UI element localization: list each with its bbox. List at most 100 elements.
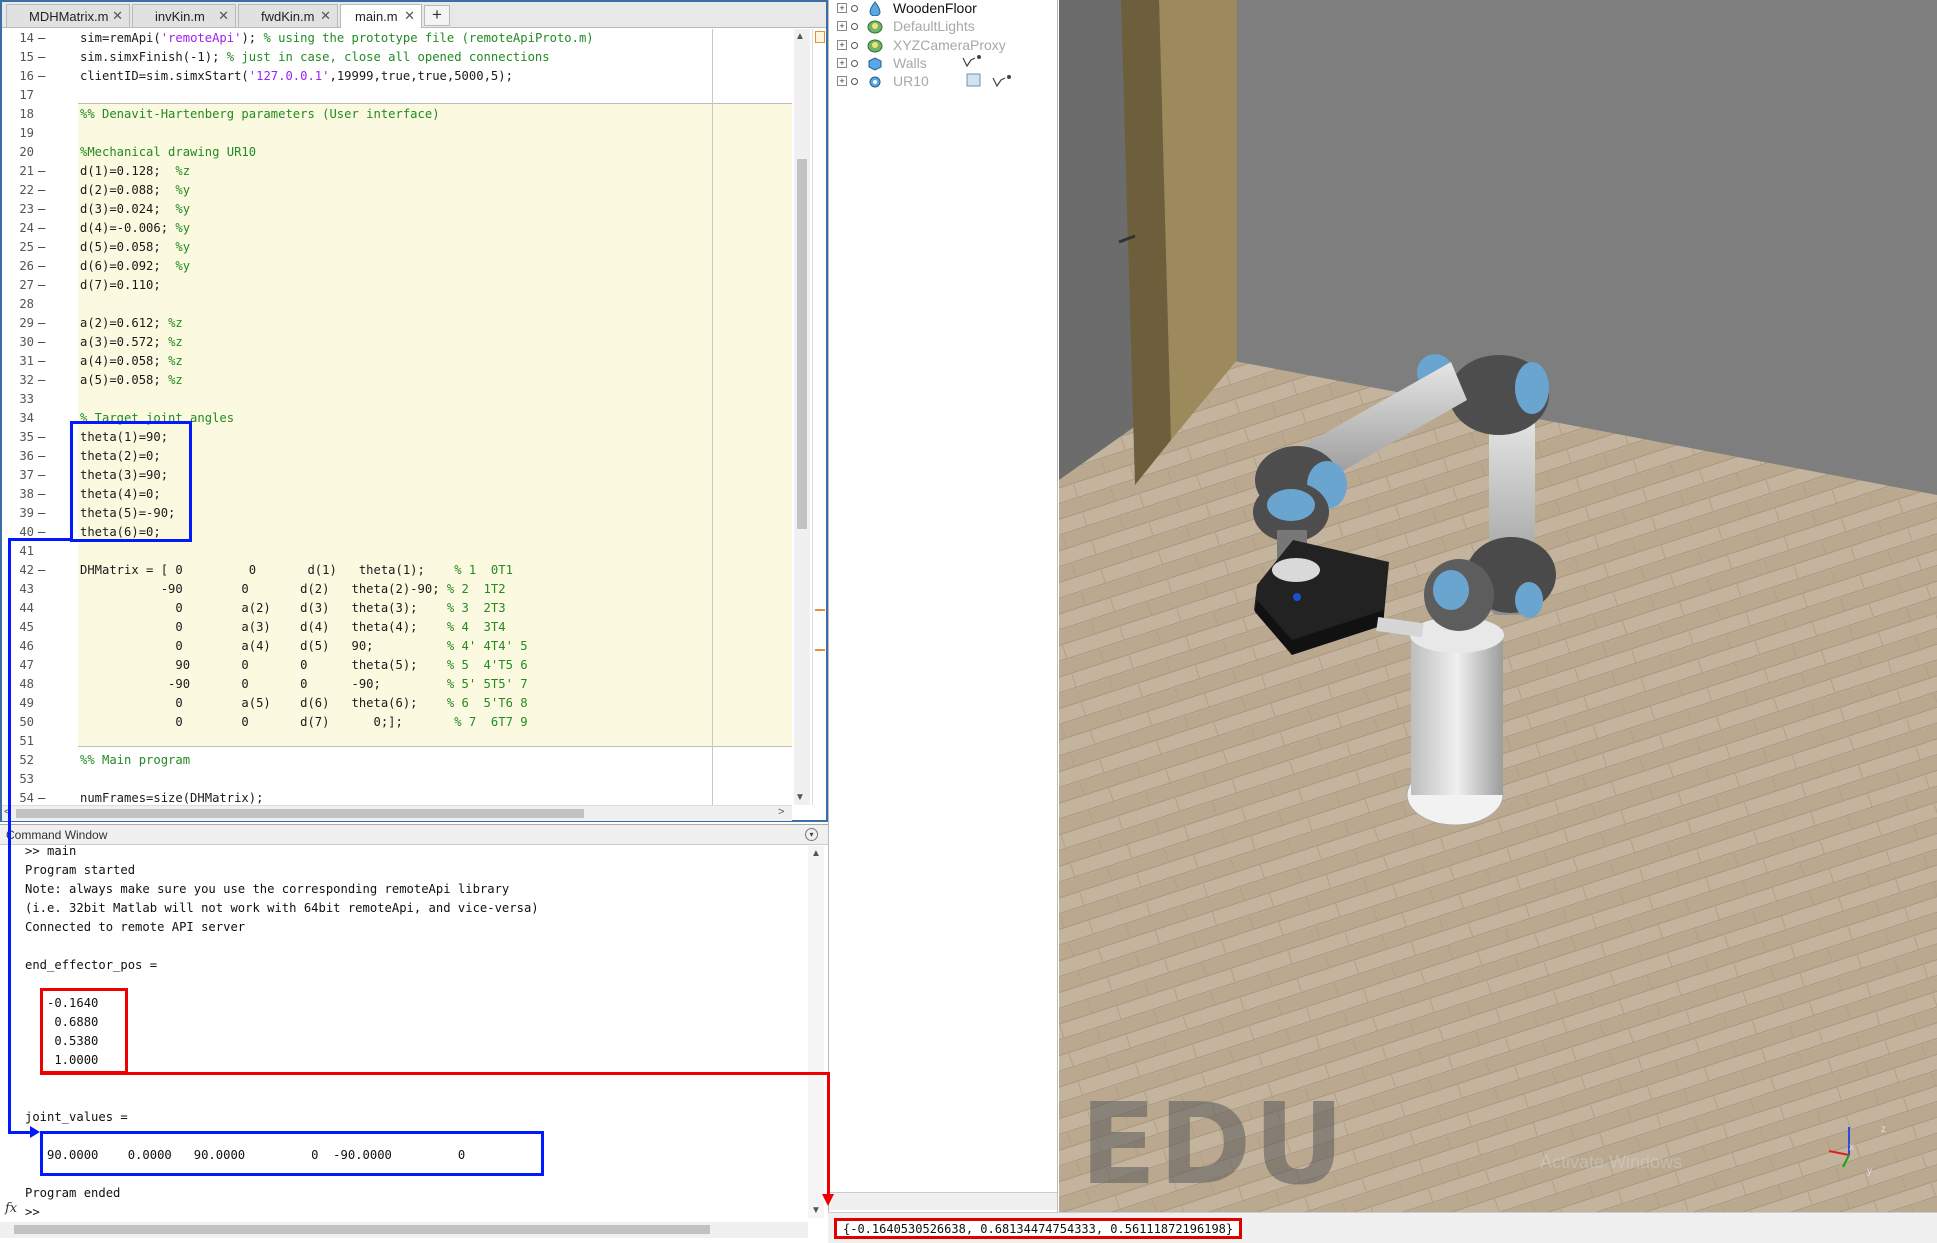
code-line[interactable]: 23– d(3)=0.024; %y bbox=[2, 200, 792, 219]
analyzer-status-icon[interactable] bbox=[815, 31, 825, 43]
scroll-down-icon[interactable]: ▼ bbox=[795, 792, 805, 803]
breakpoint-gutter[interactable]: – bbox=[38, 504, 45, 523]
code-line[interactable]: 26– d(6)=0.092; %y bbox=[2, 257, 792, 276]
code-line[interactable]: 52 %% Main program bbox=[2, 751, 792, 770]
code-line[interactable]: 31– a(4)=0.058; %z bbox=[2, 352, 792, 371]
scroll-up-icon[interactable]: ▲ bbox=[795, 31, 805, 42]
code-line[interactable]: 33 bbox=[2, 390, 792, 409]
expand-icon[interactable]: + bbox=[837, 76, 847, 86]
command-horizontal-scrollbar[interactable] bbox=[0, 1222, 808, 1238]
breakpoint-gutter[interactable]: – bbox=[38, 561, 45, 580]
expand-icon[interactable]: + bbox=[837, 58, 847, 68]
code-line[interactable]: 27– d(7)=0.110; bbox=[2, 276, 792, 295]
breakpoint-gutter[interactable]: – bbox=[38, 238, 45, 257]
visibility-dot-icon[interactable] bbox=[851, 78, 858, 85]
breakpoint-gutter[interactable]: – bbox=[38, 333, 45, 352]
editor-horizontal-scrollbar[interactable]: < > bbox=[2, 805, 792, 821]
code-line[interactable]: 49 0 a(5) d(6) theta(6); % 6 5'T6 8 bbox=[2, 694, 792, 713]
breakpoint-gutter[interactable]: – bbox=[38, 789, 45, 805]
command-vertical-scrollbar[interactable]: ▲ ▼ bbox=[808, 846, 824, 1218]
function-browser-icon[interactable]: fx bbox=[5, 1201, 17, 1216]
code-line[interactable]: 28 bbox=[2, 295, 792, 314]
breakpoint-gutter[interactable]: – bbox=[38, 485, 45, 504]
scroll-up-icon[interactable]: ▲ bbox=[811, 848, 821, 859]
code-line[interactable]: 46 0 a(4) d(5) 90; % 4' 4T4' 5 bbox=[2, 637, 792, 656]
code-line[interactable]: 44 0 a(2) d(3) theta(3); % 3 2T3 bbox=[2, 599, 792, 618]
breakpoint-gutter[interactable]: – bbox=[38, 276, 45, 295]
scroll-thumb[interactable] bbox=[16, 809, 584, 818]
breakpoint-gutter[interactable]: – bbox=[38, 352, 45, 371]
code-line[interactable]: 18 %% Denavit-Hartenberg parameters (User… bbox=[2, 105, 792, 124]
code-line[interactable]: 19 bbox=[2, 124, 792, 143]
script-icons[interactable] bbox=[957, 52, 1017, 96]
warning-marker[interactable] bbox=[815, 649, 825, 651]
visibility-dot-icon[interactable] bbox=[851, 23, 858, 30]
breakpoint-gutter[interactable]: – bbox=[38, 219, 45, 238]
tab-mdhmatrix[interactable]: MDHMatrix.m ✕ bbox=[6, 4, 130, 27]
expand-icon[interactable]: + bbox=[837, 40, 847, 50]
breakpoint-gutter[interactable]: – bbox=[38, 428, 45, 447]
code-line[interactable]: 42– DHMatrix = [ 0 0 d(1) theta(1); % 1 0… bbox=[2, 561, 792, 580]
scene-viewport[interactable]: z x y bbox=[1059, 0, 1937, 1212]
breakpoint-gutter[interactable]: – bbox=[38, 371, 45, 390]
warning-marker[interactable] bbox=[815, 609, 825, 611]
code-line[interactable]: 34 % Target joint angles bbox=[2, 409, 792, 428]
code-line[interactable]: 39– theta(5)=-90; bbox=[2, 504, 792, 523]
code-line[interactable]: 50 0 0 d(7) 0;]; % 7 6T7 9 bbox=[2, 713, 792, 732]
code-line[interactable]: 40– theta(6)=0; bbox=[2, 523, 792, 542]
close-icon[interactable]: ✕ bbox=[404, 8, 415, 24]
code-line[interactable]: 51 bbox=[2, 732, 792, 751]
hierarchy-horizontal-scrollbar[interactable] bbox=[829, 1192, 1057, 1210]
breakpoint-gutter[interactable]: – bbox=[38, 67, 45, 86]
breakpoint-gutter[interactable]: – bbox=[38, 447, 45, 466]
code-editor[interactable]: 14– sim=remApi('remoteApi'); % using the … bbox=[2, 29, 792, 805]
code-line[interactable]: 20 %Mechanical drawing UR10 bbox=[2, 143, 792, 162]
new-tab-button[interactable]: + bbox=[424, 5, 450, 26]
command-output[interactable]: >> main Program started Note: always make … bbox=[25, 844, 805, 1219]
scroll-thumb[interactable] bbox=[797, 159, 807, 529]
editor-vertical-scrollbar[interactable]: ▲ ▼ bbox=[794, 29, 810, 805]
breakpoint-gutter[interactable]: – bbox=[38, 162, 45, 181]
scroll-right-icon[interactable]: > bbox=[778, 806, 784, 818]
close-icon[interactable]: ✕ bbox=[112, 8, 123, 24]
code-line[interactable]: 37– theta(3)=90; bbox=[2, 466, 792, 485]
expand-icon[interactable]: + bbox=[837, 3, 847, 13]
code-line[interactable]: 48 -90 0 0 -90; % 5' 5T5' 7 bbox=[2, 675, 792, 694]
visibility-dot-icon[interactable] bbox=[851, 42, 858, 49]
scroll-thumb[interactable] bbox=[14, 1225, 710, 1234]
code-line[interactable]: 43 -90 0 d(2) theta(2)-90; % 2 1T2 bbox=[2, 580, 792, 599]
breakpoint-gutter[interactable]: – bbox=[38, 314, 45, 333]
code-line[interactable]: 15– sim.simxFinish(-1); % just in case, c… bbox=[2, 48, 792, 67]
code-line[interactable]: 21– d(1)=0.128; %z bbox=[2, 162, 792, 181]
tab-main[interactable]: main.m ✕ bbox=[340, 4, 422, 28]
code-line[interactable]: 32– a(5)=0.058; %z bbox=[2, 371, 792, 390]
code-line[interactable]: 14– sim=remApi('remoteApi'); % using the … bbox=[2, 29, 792, 48]
code-line[interactable]: 22– d(2)=0.088; %y bbox=[2, 181, 792, 200]
breakpoint-gutter[interactable]: – bbox=[38, 200, 45, 219]
code-line[interactable]: 54– numFrames=size(DHMatrix); bbox=[2, 789, 792, 805]
code-line[interactable]: 30– a(3)=0.572; %z bbox=[2, 333, 792, 352]
code-line[interactable]: 25– d(5)=0.058; %y bbox=[2, 238, 792, 257]
code-line[interactable]: 36– theta(2)=0; bbox=[2, 447, 792, 466]
code-line[interactable]: 45 0 a(3) d(4) theta(4); % 4 3T4 bbox=[2, 618, 792, 637]
expand-icon[interactable]: + bbox=[837, 21, 847, 31]
breakpoint-gutter[interactable]: – bbox=[38, 181, 45, 200]
breakpoint-gutter[interactable]: – bbox=[38, 48, 45, 67]
visibility-dot-icon[interactable] bbox=[851, 60, 858, 67]
breakpoint-gutter[interactable]: – bbox=[38, 257, 45, 276]
tab-invkin[interactable]: invKin.m ✕ bbox=[132, 4, 236, 27]
close-icon[interactable]: ✕ bbox=[218, 8, 229, 24]
code-line[interactable]: 17 bbox=[2, 86, 792, 105]
command-window[interactable]: Command Window ▾ >> main Program started N… bbox=[0, 824, 828, 1243]
breakpoint-gutter[interactable]: – bbox=[38, 29, 45, 48]
code-line[interactable]: 24– d(4)=-0.006; %y bbox=[2, 219, 792, 238]
code-line[interactable]: 16– clientID=sim.simxStart('127.0.0.1',19… bbox=[2, 67, 792, 86]
breakpoint-gutter[interactable]: – bbox=[38, 466, 45, 485]
panel-menu-icon[interactable]: ▾ bbox=[805, 828, 818, 841]
close-icon[interactable]: ✕ bbox=[320, 8, 331, 24]
code-line[interactable]: 29– a(2)=0.612; %z bbox=[2, 314, 792, 333]
code-line[interactable]: 47 90 0 0 theta(5); % 5 4'T5 6 bbox=[2, 656, 792, 675]
visibility-dot-icon[interactable] bbox=[851, 5, 858, 12]
code-line[interactable]: 38– theta(4)=0; bbox=[2, 485, 792, 504]
scroll-down-icon[interactable]: ▼ bbox=[811, 1205, 821, 1216]
